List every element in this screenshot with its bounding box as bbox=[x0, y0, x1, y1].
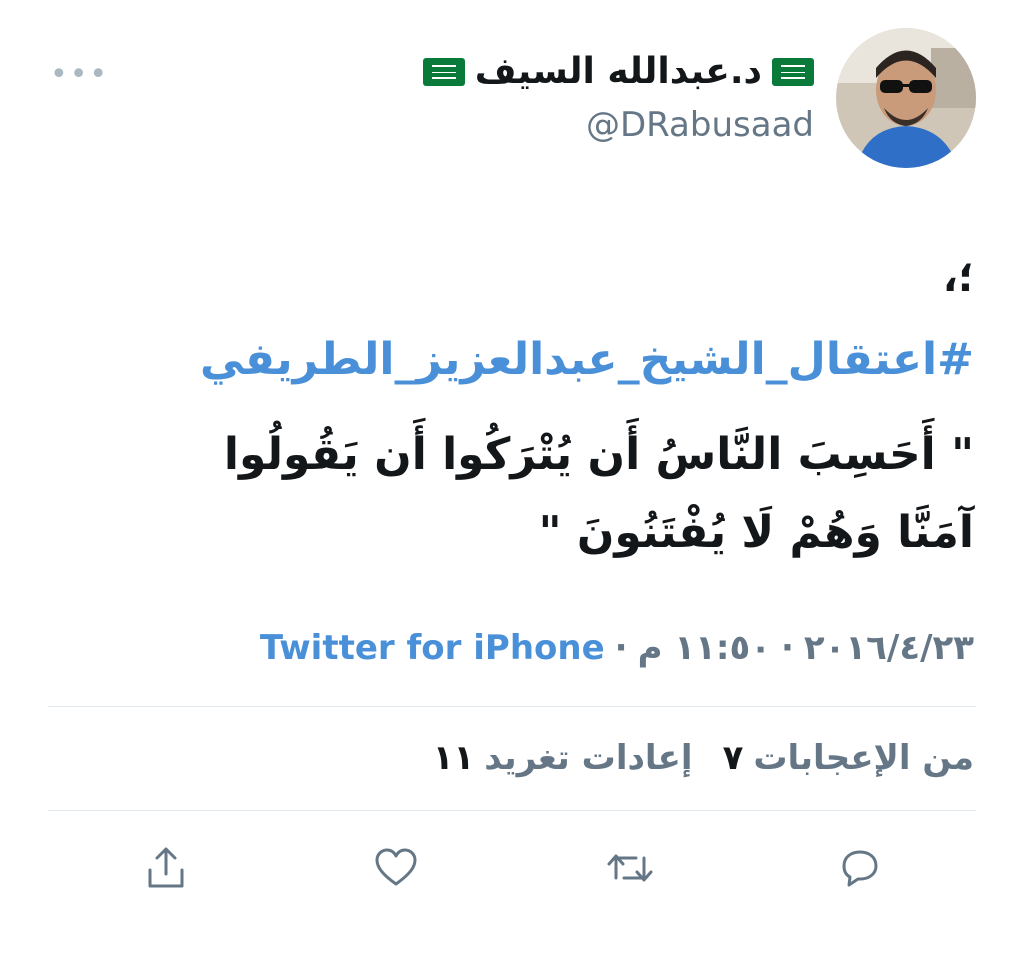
likes-count: ٧ bbox=[722, 738, 744, 778]
meta-separator: · bbox=[780, 628, 794, 668]
retweet-icon bbox=[607, 854, 653, 882]
tweet-time: ١١:٥٠ م bbox=[637, 628, 771, 668]
reply-icon bbox=[842, 850, 878, 887]
tweet-lead-punctuation: ؛، bbox=[942, 255, 974, 301]
tweet-source-link[interactable]: Twitter for iPhone bbox=[260, 624, 605, 672]
tweet-stats: ١١ إعادات تغريد ٧ من الإعجابات bbox=[433, 734, 974, 782]
saudi-flag-icon bbox=[422, 58, 465, 86]
tweet-text: " أَحَسِبَ النَّاسُ أَن يُتْرَكُوا أَن ي… bbox=[223, 429, 974, 558]
saudi-flag-icon bbox=[772, 58, 814, 86]
retweets-stat[interactable]: ١١ إعادات تغريد bbox=[433, 734, 693, 782]
reply-button[interactable] bbox=[830, 838, 890, 898]
more-options-button[interactable]: ••• bbox=[50, 60, 109, 90]
likes-stat[interactable]: ٧ من الإعجابات bbox=[723, 734, 974, 782]
tweet-date: ٢٠١٦/٤/٢٣ bbox=[803, 628, 974, 668]
share-icon bbox=[148, 847, 184, 888]
share-button[interactable] bbox=[136, 838, 196, 898]
retweet-button[interactable] bbox=[600, 838, 660, 898]
tweet-meta: ٢٠١٦/٤/٢٣ · ١١:٥٠ م · Twitter for iPhone bbox=[260, 624, 974, 672]
hashtag-link[interactable]: #اعتقال_الشيخ_عبدالعزيز_الطريفي bbox=[200, 330, 974, 390]
retweets-count: ١١ bbox=[432, 738, 475, 778]
avatar-image bbox=[836, 28, 976, 168]
avatar[interactable] bbox=[836, 28, 976, 168]
like-button[interactable] bbox=[366, 838, 426, 898]
user-name-row[interactable]: د.عبدالله السيف bbox=[422, 50, 814, 94]
meta-separator: · bbox=[614, 628, 628, 668]
likes-label: من الإعجابات bbox=[753, 738, 974, 778]
user-handle[interactable]: @DRabusaad bbox=[586, 104, 814, 146]
divider bbox=[48, 706, 976, 707]
retweets-label: إعادات تغريد bbox=[484, 738, 693, 778]
display-name[interactable]: د.عبدالله السيف bbox=[475, 50, 762, 94]
heart-icon bbox=[375, 848, 417, 886]
divider bbox=[48, 810, 976, 811]
